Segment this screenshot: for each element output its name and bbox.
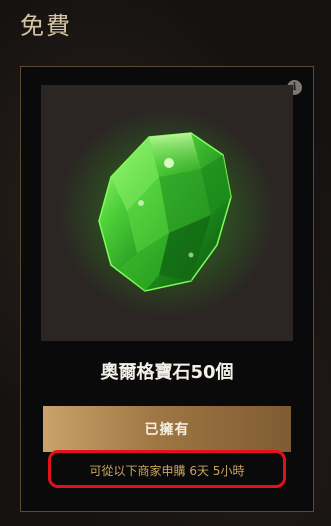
item-image (41, 85, 293, 341)
item-card[interactable]: i 奧爾格寶石50個 已擁有 可從以下商家申購 6天 5小時 (20, 66, 314, 512)
item-name: 奧爾格寶石50個 (100, 362, 234, 383)
section-title: 免費 (20, 12, 72, 40)
availability-timer: 可從以下商家申購 6天 5小時 (89, 464, 245, 478)
green-gem-icon (59, 109, 275, 317)
owned-button[interactable]: 已擁有 (43, 406, 291, 452)
